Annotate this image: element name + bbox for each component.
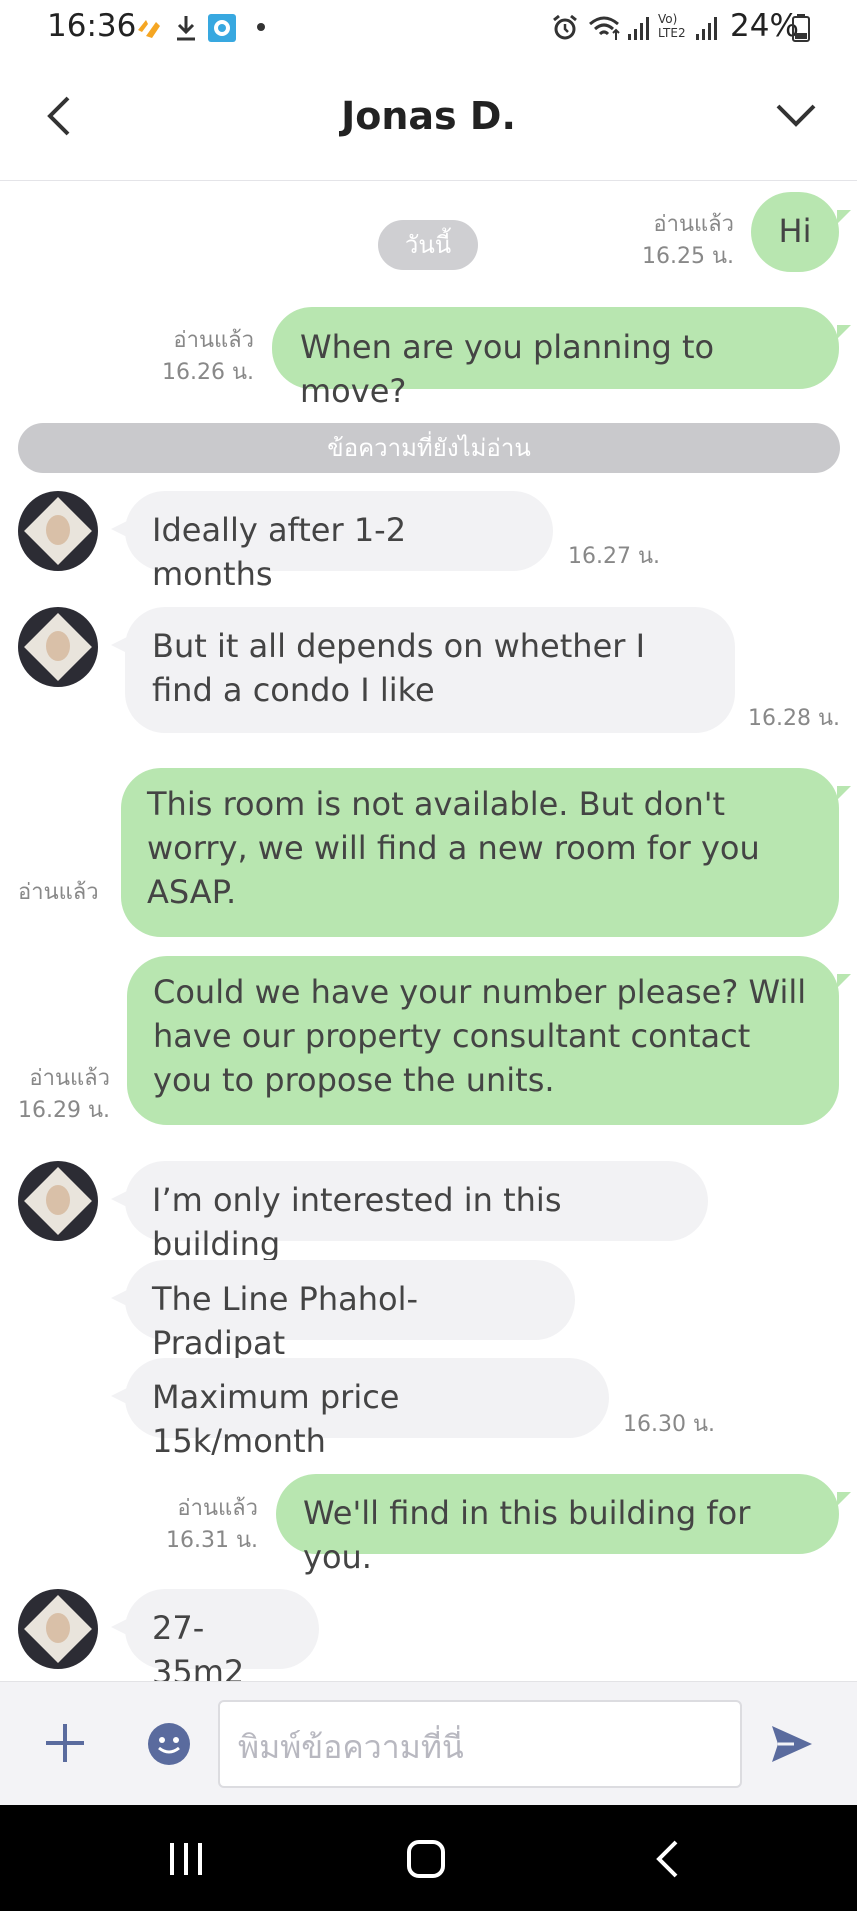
message-bubble[interactable]: But it all depends on whether I find a c… xyxy=(111,607,735,733)
hive-icon xyxy=(138,20,160,38)
battery-percent: 24% xyxy=(730,8,799,44)
read-status: อ่านแล้ว xyxy=(18,880,99,905)
read-status: อ่านแล้ว xyxy=(173,328,254,353)
message-bubble[interactable]: This room is not available. But don't wo… xyxy=(121,768,851,937)
status-bar: 16:36 Vo) LTE2 24% xyxy=(0,0,857,56)
wifi-icon xyxy=(589,16,620,40)
message-bubble[interactable]: Hi xyxy=(751,192,851,272)
message-input[interactable]: พิมพ์ข้อความที่นี่ xyxy=(218,1700,742,1788)
signal-icon xyxy=(696,17,717,40)
download-icon xyxy=(177,16,195,41)
read-status: อ่านแล้ว xyxy=(177,1496,258,1521)
signal-icon xyxy=(628,17,649,40)
message-bubble[interactable]: 27-35m2 xyxy=(111,1589,319,1691)
message-bubble[interactable]: Ideally after 1-2 months xyxy=(111,491,553,593)
message-bubble[interactable]: Maximum price 15k/month xyxy=(111,1358,609,1460)
avatar[interactable] xyxy=(18,607,98,687)
read-status: อ่านแล้ว xyxy=(29,1066,110,1091)
avatar[interactable] xyxy=(18,491,98,571)
send-button[interactable] xyxy=(768,1720,816,1768)
message-meta: อ่านแล้ว 16.29 น. xyxy=(18,1063,110,1127)
avatar[interactable] xyxy=(18,1161,98,1241)
message-time: 16.27 น. xyxy=(568,544,661,569)
plus-icon xyxy=(46,1724,84,1762)
menu-toggle-button[interactable] xyxy=(774,100,818,130)
system-back-button[interactable] xyxy=(652,1839,682,1879)
message-time: 16.28 น. xyxy=(748,706,841,731)
message-time: 16.25 น. xyxy=(641,244,734,269)
message-bubble[interactable]: The Line Phahol-Pradipat xyxy=(111,1260,575,1362)
chevron-down-icon xyxy=(776,104,816,127)
message-time: 16.31 น. xyxy=(165,1528,258,1553)
battery-icon xyxy=(792,14,810,42)
unread-divider: ข้อความที่ยังไม่อ่าน xyxy=(18,423,840,473)
status-time: 16:36 xyxy=(47,8,137,44)
dot-icon xyxy=(257,23,265,31)
message-bubble[interactable]: We'll find in this building for you. xyxy=(276,1474,851,1576)
system-nav-bar xyxy=(0,1805,857,1911)
add-button[interactable] xyxy=(42,1720,88,1766)
page-title: Jonas D. xyxy=(341,94,516,138)
emoji-button[interactable] xyxy=(147,1722,191,1766)
volte-label: Vo) LTE2 xyxy=(658,12,686,40)
message-meta: อ่านแล้ว 16.31 น. xyxy=(132,1493,258,1557)
message-bubble[interactable]: I’m only interested in this building xyxy=(111,1161,708,1263)
date-pill: วันนี้ xyxy=(378,220,478,270)
message-time: 16.29 น. xyxy=(18,1098,111,1123)
app-icon xyxy=(208,14,236,42)
chat-header: Jonas D. xyxy=(0,56,857,182)
emoji-icon xyxy=(148,1723,190,1765)
message-meta: อ่านแล้ว 16.26 น. xyxy=(130,325,254,389)
alarm-icon xyxy=(553,14,577,40)
recent-apps-button[interactable] xyxy=(166,1841,206,1877)
message-bubble[interactable]: Could we have your number please? Will h… xyxy=(127,956,851,1125)
avatar[interactable] xyxy=(18,1589,98,1669)
message-input-bar: พิมพ์ข้อความที่นี่ xyxy=(0,1681,857,1806)
chat-messages[interactable]: วันนี้ อ่านแล้ว 16.25 น. Hi อ่านแล้ว 16.… xyxy=(0,181,857,1691)
read-status: อ่านแล้ว xyxy=(653,212,734,237)
message-time: 16.26 น. xyxy=(161,360,254,385)
message-bubble[interactable]: When are you planning to move? xyxy=(272,307,851,410)
home-button[interactable] xyxy=(406,1839,446,1879)
message-meta: อ่านแล้ว 16.25 น. xyxy=(612,209,734,273)
message-time: 16.30 น. xyxy=(623,1412,716,1437)
